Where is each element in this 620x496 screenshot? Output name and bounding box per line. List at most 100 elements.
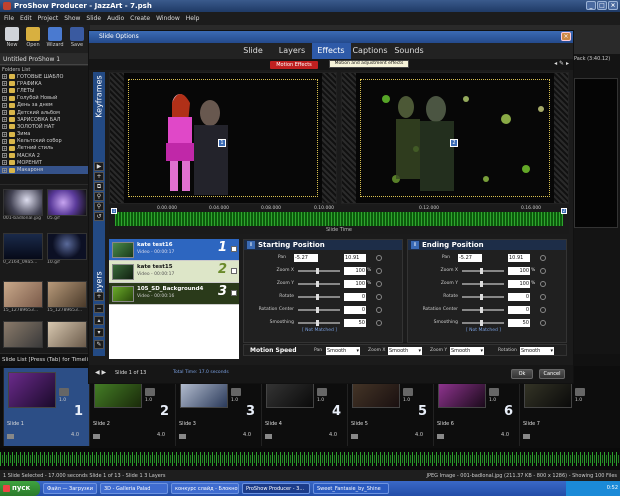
- prev-next-slide-arrows[interactable]: ◀ ▶: [95, 369, 106, 376]
- rotation-center-input[interactable]: 0: [508, 306, 530, 314]
- transition-icon[interactable]: [489, 388, 499, 396]
- end-preview[interactable]: 2: [341, 72, 569, 204]
- thumbnail[interactable]: 05.gif: [47, 189, 87, 223]
- layer-up-button[interactable]: ▴: [94, 316, 104, 325]
- layer-visible-checkbox[interactable]: [231, 268, 237, 274]
- folder-item[interactable]: + ГЛЕТЫ: [0, 87, 90, 94]
- slide-item[interactable]: 1.0 1 Slide 1 4.0: [3, 368, 89, 446]
- folder-list[interactable]: Folders List + ГОТОВЫЕ ШАБЛО + ГРАФИКА + ГЛЕТ…: [0, 66, 90, 184]
- folder-item[interactable]: + МАСКА 2: [0, 152, 90, 159]
- remove-layer-button[interactable]: −: [94, 304, 104, 313]
- zoom-y-input[interactable]: 100: [508, 280, 530, 288]
- reset-icon[interactable]: [376, 320, 382, 326]
- pan-x-input[interactable]: -5.27: [458, 254, 482, 262]
- transition-icon[interactable]: [59, 388, 69, 396]
- zoom-x-input[interactable]: 100: [508, 267, 530, 275]
- reset-icon[interactable]: [376, 268, 382, 274]
- folder-item[interactable]: + Макароня: [0, 166, 90, 174]
- reset-icon[interactable]: [540, 307, 546, 313]
- layer-visible-checkbox[interactable]: [231, 246, 237, 252]
- zoom-out-icon[interactable]: ⚲: [94, 202, 104, 211]
- expand-toggle[interactable]: +: [2, 124, 7, 130]
- folder-item[interactable]: + Зима: [0, 131, 90, 138]
- folder-item[interactable]: + ЗАРИСОВКА БАЛ: [0, 116, 90, 123]
- expand-toggle[interactable]: +: [2, 153, 7, 159]
- reset-icon[interactable]: [540, 255, 546, 261]
- pan-speed-select[interactable]: Smooth: [326, 347, 360, 355]
- menu-window[interactable]: Window: [156, 15, 180, 25]
- smoothing-input[interactable]: 50: [508, 319, 530, 327]
- menu-file[interactable]: File: [4, 15, 14, 25]
- folder-item[interactable]: + МОРЕНИТ: [0, 159, 90, 166]
- smoothing-slider[interactable]: [298, 320, 340, 326]
- new-button[interactable]: New: [2, 27, 22, 48]
- slider-thumb[interactable]: [480, 320, 483, 326]
- zoom-x-input[interactable]: 100: [344, 267, 366, 275]
- thumbnail[interactable]: 001-badlonal.jpg: [3, 189, 43, 223]
- maximize-button[interactable]: □: [597, 1, 607, 10]
- transition-icon[interactable]: [145, 388, 155, 396]
- layer-visible-checkbox[interactable]: [231, 290, 237, 296]
- expand-toggle[interactable]: +: [2, 88, 7, 94]
- thumbnail[interactable]: [47, 321, 87, 355]
- expand-toggle[interactable]: +: [2, 138, 7, 144]
- thumbnail[interactable]: [3, 321, 43, 355]
- taskbar-item[interactable]: 3D - Galleria Palad: [100, 483, 168, 494]
- zoom-y-speed-select[interactable]: Smooth: [450, 347, 484, 355]
- slider-thumb[interactable]: [480, 294, 483, 300]
- slider-thumb[interactable]: [316, 320, 319, 326]
- dialog-close-button[interactable]: ×: [561, 32, 571, 41]
- keyframe-marker[interactable]: 2: [450, 139, 458, 147]
- layer-edit-button[interactable]: ✎: [94, 340, 104, 349]
- reset-icon[interactable]: [376, 307, 382, 313]
- zoom-x-speed-select[interactable]: Smooth: [388, 347, 422, 355]
- folder-item[interactable]: + ГРАФИКА: [0, 80, 90, 87]
- reset-icon[interactable]: [376, 255, 382, 261]
- open-button[interactable]: Open: [23, 27, 43, 48]
- rotation-center-input[interactable]: 0: [344, 306, 366, 314]
- menu-edit[interactable]: Edit: [20, 15, 32, 25]
- keyframe-1-marker[interactable]: 1: [111, 208, 117, 214]
- rotation-center-slider[interactable]: [462, 307, 504, 313]
- layer-item[interactable]: 105_SD_Background4 Video - 00:00:16 3: [109, 283, 239, 305]
- zoom-icon[interactable]: ⚲: [94, 192, 104, 201]
- folder-item[interactable]: + ЗОЛОТОЙ НАТ: [0, 123, 90, 130]
- thumbnail[interactable]: 10.gif: [47, 233, 87, 267]
- reset-icon[interactable]: [540, 320, 546, 326]
- slider-thumb[interactable]: [480, 281, 483, 287]
- keyframe-2-marker[interactable]: 2: [561, 208, 567, 214]
- rotate-input[interactable]: 0: [344, 293, 366, 301]
- menu-slide[interactable]: Slide: [86, 15, 101, 25]
- wizard-button[interactable]: Wizard: [45, 27, 65, 48]
- close-button[interactable]: ×: [608, 1, 618, 10]
- pan-x-input[interactable]: -5.27: [294, 254, 318, 262]
- pan-y-input[interactable]: 10.91: [344, 254, 366, 262]
- zoom-x-slider[interactable]: [298, 268, 340, 274]
- folder-item[interactable]: + День за днем: [0, 102, 90, 109]
- zoom-y-input[interactable]: 100: [344, 280, 366, 288]
- smoothing-input[interactable]: 50: [344, 319, 366, 327]
- pan-y-input[interactable]: 10.91: [508, 254, 530, 262]
- expand-toggle[interactable]: +: [2, 145, 7, 151]
- layer-item[interactable]: kate test16 Video - 00:00:17 1: [109, 239, 239, 261]
- reset-icon[interactable]: [540, 268, 546, 274]
- tab-layers[interactable]: Layers: [273, 43, 312, 59]
- add-layer-button[interactable]: +: [94, 292, 104, 301]
- transition-icon[interactable]: [317, 388, 327, 396]
- slider-thumb[interactable]: [316, 294, 319, 300]
- add-keyframe-button[interactable]: +: [94, 172, 104, 181]
- expand-toggle[interactable]: +: [2, 131, 7, 137]
- thumbnail[interactable]: 15_12789653...: [3, 281, 43, 315]
- tab-captions[interactable]: Captions: [351, 43, 390, 59]
- rotation-center-slider[interactable]: [298, 307, 340, 313]
- thumbnail[interactable]: 15_12789653...: [47, 281, 87, 315]
- keyframe-copy-button[interactable]: ⧉: [94, 182, 104, 191]
- slider-thumb[interactable]: [316, 281, 319, 287]
- expand-toggle[interactable]: +: [2, 81, 7, 87]
- rotation-speed-select[interactable]: Smooth: [520, 347, 554, 355]
- zoom-x-slider[interactable]: [462, 268, 504, 274]
- menu-project[interactable]: Project: [38, 15, 59, 25]
- expand-toggle[interactable]: +: [2, 167, 7, 173]
- menu-create[interactable]: Create: [130, 15, 150, 25]
- layer-down-button[interactable]: ▾: [94, 328, 104, 337]
